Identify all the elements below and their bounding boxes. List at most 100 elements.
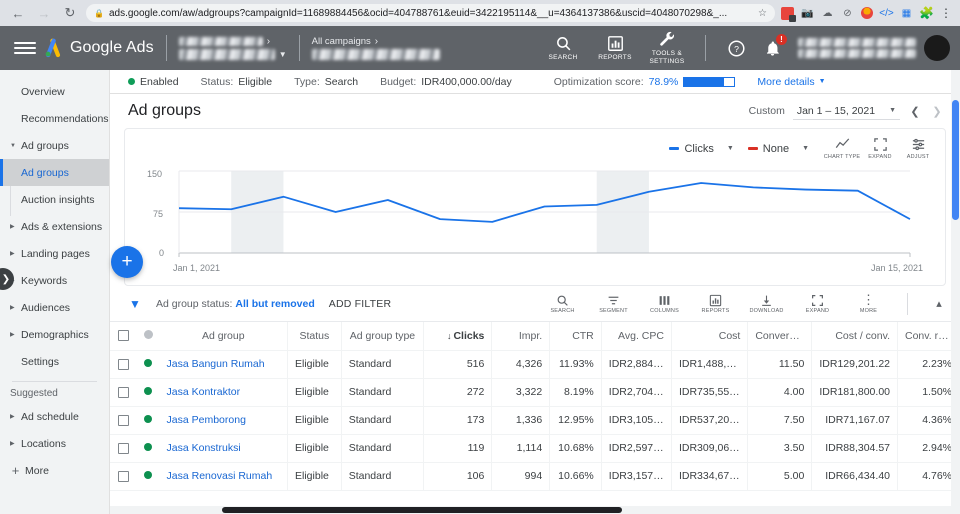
- row-checkbox-cell[interactable]: [110, 406, 137, 435]
- sidebar-item-demographics[interactable]: ▶ Demographics: [0, 321, 109, 348]
- column-header-clicks[interactable]: ↓ Clicks: [423, 322, 493, 351]
- row-checkbox-cell[interactable]: [110, 378, 137, 407]
- column-header-cost[interactable]: Cost: [671, 322, 749, 351]
- column-header-conversions[interactable]: Conversions: [747, 322, 813, 351]
- sidebar-item-audiences[interactable]: ▶ Audiences: [0, 294, 109, 321]
- ad-group-link[interactable]: Jasa Bangun Rumah: [167, 358, 265, 370]
- screenshot-camera-icon[interactable]: 📷: [801, 7, 814, 20]
- extension-badge-icon[interactable]: [781, 6, 796, 22]
- row-checkbox[interactable]: [117, 358, 129, 370]
- cell-ad-group[interactable]: Jasa Kontraktor: [159, 378, 289, 407]
- table-reports-button[interactable]: REPORTS: [697, 294, 734, 314]
- table-search-button[interactable]: SEARCH: [544, 294, 581, 314]
- date-prev-button[interactable]: ❮: [908, 105, 922, 118]
- filter-funnel-icon[interactable]: ▼: [128, 297, 142, 311]
- avatar[interactable]: [924, 35, 950, 61]
- filter-chip-ad-group-status[interactable]: Ad group status: All but removed: [156, 298, 315, 310]
- chart-metric-2-selector[interactable]: None ▼: [747, 143, 809, 155]
- cell-ad-group[interactable]: Jasa Pemborong: [159, 406, 289, 435]
- campaign-selector[interactable]: All campaigns › XXXXXXXXXXXXXXXXXXXXXXXX: [311, 36, 440, 60]
- sidebar-item-keywords[interactable]: ▶ Keywords: [0, 267, 109, 294]
- address-bar[interactable]: 🔒 ads.google.com/aw/adgroups?campaignId=…: [86, 4, 775, 22]
- add-ad-group-button[interactable]: +: [111, 246, 143, 278]
- table-expand-button[interactable]: EXPAND: [799, 294, 836, 314]
- sidebar-item-more[interactable]: + More: [0, 457, 109, 484]
- circle-slash-icon[interactable]: ⊘: [841, 7, 854, 20]
- chart-type-button[interactable]: CHART TYPE: [823, 137, 861, 160]
- table-row[interactable]: Jasa Renovasi Rumah Eligible Standard 106 99…: [110, 462, 960, 491]
- row-checkbox[interactable]: [117, 470, 129, 482]
- row-checkbox-cell[interactable]: [110, 350, 137, 379]
- panel-icon[interactable]: ▦: [900, 7, 913, 20]
- header-reports-button[interactable]: REPORTS: [589, 35, 641, 61]
- sidebar-item-ads-extensions[interactable]: ▶ Ads & extensions: [0, 213, 109, 240]
- table-row[interactable]: Jasa Pemborong Eligible Standard 173 1,336 12…: [110, 406, 960, 435]
- ad-group-link[interactable]: Jasa Pemborong: [167, 414, 246, 426]
- select-all-checkbox[interactable]: [117, 330, 129, 342]
- account-selector[interactable]: XXXXXXXXXXXXXXXXXXX › XXXXXXXXXXXXXXXXXX…: [178, 36, 287, 60]
- puzzle-extensions-icon[interactable]: 🧩: [919, 6, 934, 20]
- horizontal-scroll-thumb[interactable]: [222, 507, 622, 513]
- sidebar-item-ad-schedule[interactable]: ▶ Ad schedule: [0, 403, 109, 430]
- chart-adjust-button[interactable]: ADJUST: [899, 137, 937, 160]
- reload-icon[interactable]: ↻: [60, 3, 80, 23]
- column-header-ctr[interactable]: CTR: [549, 322, 602, 351]
- extension-avatar-icon[interactable]: [861, 7, 873, 19]
- cell-ad-group[interactable]: Jasa Renovasi Rumah: [159, 462, 289, 491]
- sidebar-item-locations[interactable]: ▶ Locations: [0, 430, 109, 457]
- column-header-ad-group-type[interactable]: Ad group type: [341, 322, 425, 351]
- table-row[interactable]: Jasa Bangun Rumah Eligible Standard 516 4,32…: [110, 350, 960, 379]
- bookmark-star-icon[interactable]: ☆: [758, 8, 767, 19]
- back-arrow-icon[interactable]: ←: [8, 3, 28, 23]
- column-header-ad-group[interactable]: Ad group: [159, 322, 289, 351]
- sidebar-item-ad-groups-group[interactable]: ▼ Ad groups: [0, 132, 109, 159]
- row-checkbox[interactable]: [117, 442, 129, 454]
- browser-menu-icon[interactable]: ⋮: [940, 6, 952, 20]
- add-filter-button[interactable]: ADD FILTER: [329, 298, 391, 310]
- cell-ad-group[interactable]: Jasa Konstruksi: [159, 434, 289, 463]
- date-range-picker[interactable]: Jan 1 – 15, 2021 ▼: [792, 103, 900, 120]
- chart-expand-button[interactable]: EXPAND: [861, 137, 899, 160]
- row-checkbox-cell[interactable]: [110, 434, 137, 463]
- table-columns-button[interactable]: COLUMNS: [646, 294, 683, 314]
- header-tools-button[interactable]: TOOLS & SETTINGS: [641, 31, 693, 65]
- account-email[interactable]: XXXXXXXXXXXXXXXXXXXXXXXXXX XXXXXXXXXXXXX…: [798, 38, 916, 58]
- horizontal-scrollbar[interactable]: [110, 506, 960, 514]
- chart-metric-1-selector[interactable]: Clicks ▼: [669, 143, 734, 155]
- row-checkbox[interactable]: [117, 386, 129, 398]
- row-checkbox-cell[interactable]: [110, 462, 137, 491]
- sidebar-item-ad-groups[interactable]: Ad groups: [0, 159, 109, 186]
- table-download-button[interactable]: DOWNLOAD: [748, 294, 785, 314]
- ad-group-link[interactable]: Jasa Konstruksi: [167, 442, 241, 454]
- select-all-checkbox-cell[interactable]: [110, 322, 137, 351]
- vertical-scroll-thumb[interactable]: [952, 100, 959, 220]
- vertical-scrollbar[interactable]: [951, 70, 960, 514]
- notifications-bell-icon[interactable]: !: [761, 34, 787, 59]
- code-icon[interactable]: </>: [879, 7, 893, 20]
- column-header-impr[interactable]: Impr.: [491, 322, 551, 351]
- table-more-button[interactable]: ⋮ MORE: [850, 293, 887, 315]
- table-row[interactable]: Jasa Kontraktor Eligible Standard 272 3,322 8…: [110, 378, 960, 407]
- column-header-avg-cpc[interactable]: Avg. CPC: [601, 322, 672, 351]
- sidebar-item-overview[interactable]: Overview: [0, 78, 109, 105]
- sidebar-item-recommendations[interactable]: Recommendations: [0, 105, 109, 132]
- help-question-icon[interactable]: ?: [725, 37, 747, 59]
- sidebar-item-settings[interactable]: Settings: [0, 348, 109, 375]
- cloud-icon[interactable]: ☁: [821, 7, 834, 20]
- ad-group-link[interactable]: Jasa Renovasi Rumah: [167, 470, 273, 482]
- ad-group-link[interactable]: Jasa Kontraktor: [167, 386, 241, 398]
- hamburger-menu-icon[interactable]: [10, 42, 36, 54]
- sidebar-item-landing-pages[interactable]: ▶ Landing pages: [0, 240, 109, 267]
- header-search-button[interactable]: SEARCH: [537, 35, 589, 61]
- collapse-chart-button[interactable]: ▴: [928, 297, 950, 310]
- table-segment-button[interactable]: SEGMENT: [595, 294, 632, 314]
- table-row[interactable]: Jasa Konstruksi Eligible Standard 119 1,114 1…: [110, 434, 960, 463]
- sidebar-item-auction-insights[interactable]: Auction insights: [0, 186, 109, 213]
- more-details-button[interactable]: More details ▼: [757, 76, 825, 88]
- column-header-status[interactable]: Status: [287, 322, 342, 351]
- cell-ad-group[interactable]: Jasa Bangun Rumah: [159, 350, 289, 379]
- campaign-budget[interactable]: Budget: IDR400,000.00/day: [380, 76, 512, 88]
- column-header-cost-conv[interactable]: Cost / conv.: [811, 322, 898, 351]
- row-checkbox[interactable]: [117, 414, 129, 426]
- chevron-down-icon[interactable]: ▼: [279, 50, 287, 59]
